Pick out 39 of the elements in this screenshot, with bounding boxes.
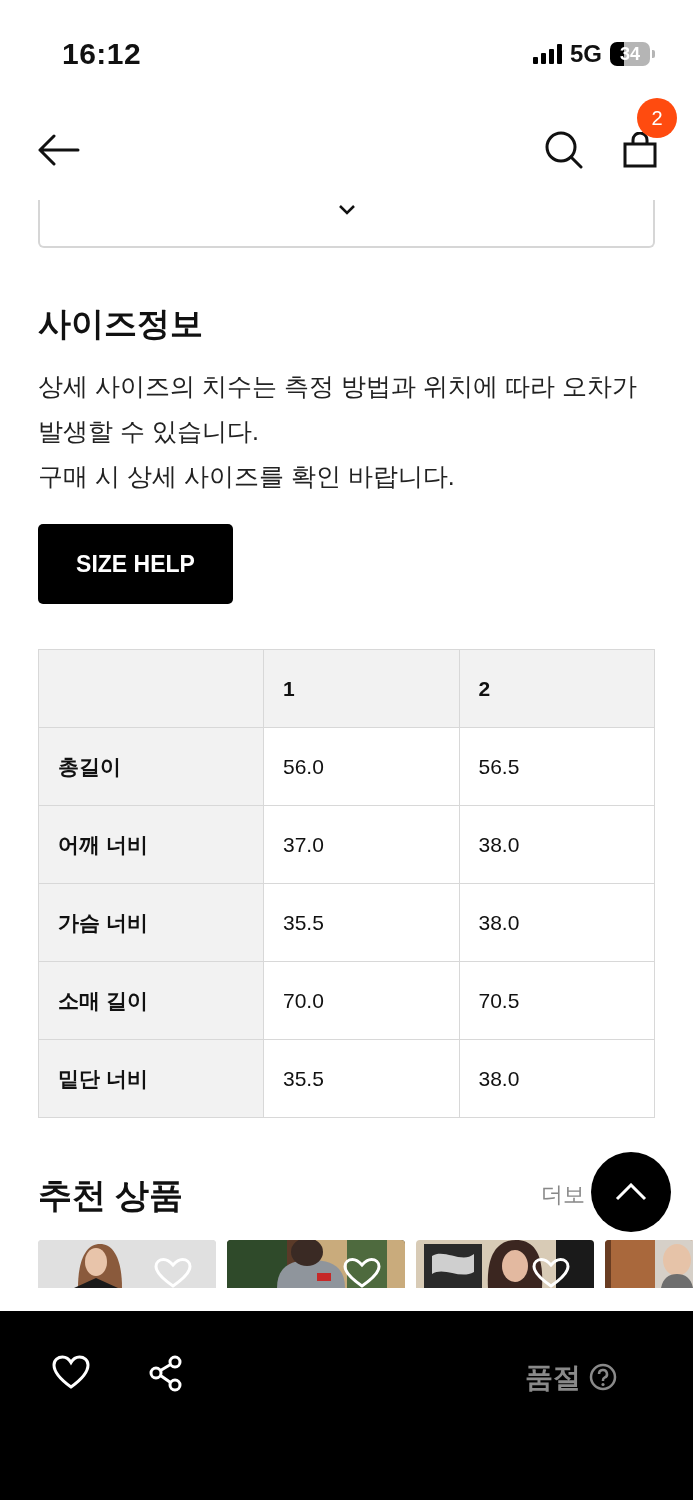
heart-icon[interactable] [343,1258,381,1288]
shopping-bag-icon[interactable] [623,132,657,168]
table-cell: 38.0 [459,1039,655,1118]
table-cell: 38.0 [459,883,655,962]
help-icon[interactable] [589,1363,617,1391]
table-cell: 37.0 [263,805,459,884]
signal-icon [533,44,562,64]
chevron-down-icon[interactable] [337,204,356,216]
table-cell: 38.0 [459,805,655,884]
table-cell: 56.0 [263,727,459,806]
table-cell: 70.5 [459,961,655,1040]
description-text: 발생할 수 있습니다. [38,416,260,447]
table-cell: 56.5 [459,727,655,806]
cart-count-badge: 2 [637,98,677,138]
section-title: 추천 상품 [38,1175,184,1216]
network-label: 5G [570,40,602,68]
table-cell: 35.5 [263,1039,459,1118]
size-help-button[interactable]: SIZE HELP [38,524,233,604]
back-icon[interactable] [38,134,80,166]
status-time: 16:12 [62,37,142,71]
column-header: 2 [459,649,655,728]
row-header: 가슴 너비 [38,883,264,962]
row-header: 밑단 너비 [38,1039,264,1118]
description-text: 상세 사이즈의 치수는 측정 방법과 위치에 따라 오차가 [38,371,638,402]
table-cell: 35.5 [263,883,459,962]
row-header: 소매 길이 [38,961,264,1040]
column-header: 1 [263,649,459,728]
sold-out-label: 품절 [525,1361,581,1395]
chevron-up-icon [615,1183,647,1201]
table-cell: 70.0 [263,961,459,1040]
row-header: 어깨 너비 [38,805,264,884]
heart-icon[interactable] [52,1355,90,1389]
row-header: 총길이 [38,727,264,806]
share-icon[interactable] [148,1355,183,1392]
more-link[interactable]: 더보 [541,1180,585,1210]
search-icon[interactable] [545,131,583,169]
section-title: 사이즈정보 [38,304,204,344]
description-text: 구매 시 상세 사이즈를 확인 바랍니다. [38,461,456,492]
heart-icon[interactable] [532,1258,570,1288]
